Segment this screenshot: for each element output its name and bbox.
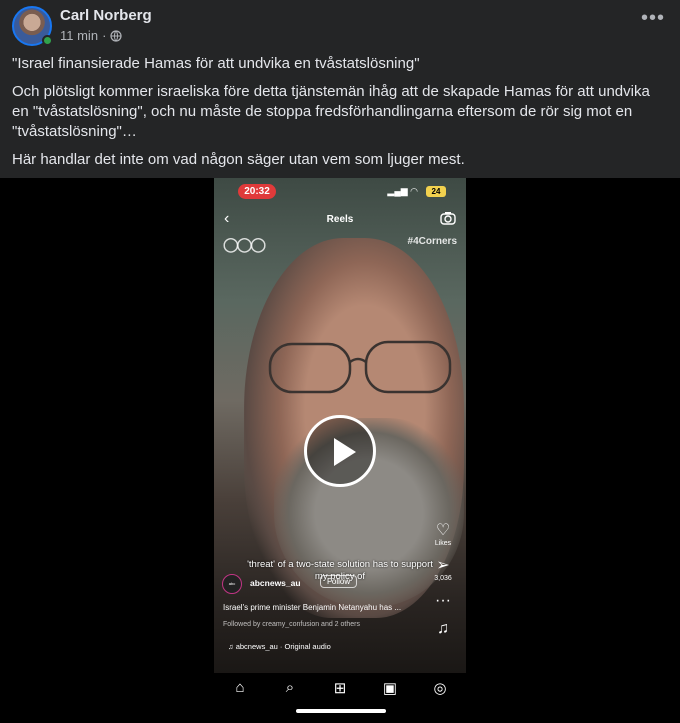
- post-time[interactable]: 11 min: [60, 28, 98, 43]
- heart-icon: ♡: [435, 522, 451, 539]
- follow-button: Follow: [320, 575, 358, 588]
- audio-thumbnail-icon: ♫: [437, 620, 449, 637]
- original-audio: ♫ abcnews_au · Original audio: [228, 642, 331, 651]
- account-name: abcnews_au: [250, 578, 301, 588]
- post-header: Carl Norberg 11 min · •••: [12, 6, 668, 46]
- battery-icon: 24: [426, 186, 446, 197]
- reels-title: Reels: [326, 214, 354, 225]
- reel-description: Israel's prime minister Benjamin Netanya…: [223, 603, 402, 612]
- instagram-nav-bar: ⌂ ⌕ ⊞ ▣ ◎: [214, 673, 466, 723]
- add-post-icon: ⊞: [333, 680, 347, 697]
- home-icon: ⌂: [235, 679, 245, 696]
- glasses-shape: [268, 340, 452, 394]
- more-action: ···: [428, 592, 458, 610]
- facebook-post: Carl Norberg 11 min · ••• "Israel finans…: [0, 0, 680, 723]
- more-options-icon[interactable]: •••: [638, 8, 668, 34]
- phone-screen-recording: 20:32 ▂▄▆ ◠ 24 ‹ Reels ◯◯◯ #4Corners ♡ L…: [214, 178, 466, 723]
- like-action: ♡ Likes: [428, 522, 458, 547]
- audio-label: abcnews_au · Original audio: [235, 642, 331, 651]
- globe-icon: [110, 29, 123, 42]
- play-button-icon[interactable]: [304, 415, 376, 487]
- profile-icon: ◎: [433, 680, 447, 697]
- reels-icon: ▣: [382, 680, 398, 697]
- post-text: "Israel finansierade Hamas för att undvi…: [12, 54, 662, 178]
- camera-icon: [440, 212, 456, 225]
- home-indicator: [296, 709, 386, 713]
- reels-top-bar: ‹ Reels: [214, 208, 466, 232]
- online-status-icon: [42, 35, 53, 46]
- more-dots-icon: ···: [435, 592, 451, 609]
- meta-separator: ·: [102, 28, 107, 43]
- post-paragraph: Och plötsligt kommer israeliska före det…: [12, 83, 650, 140]
- author-name[interactable]: Carl Norberg: [60, 7, 152, 24]
- play-triangle: [334, 438, 356, 466]
- signal-wifi-icon: ▂▄▆ ◠: [387, 186, 418, 196]
- status-time: 20:32: [238, 184, 276, 199]
- reels-side-actions: ♡ Likes ➢ 3,036 ··· ♫: [428, 522, 458, 648]
- audio-action: ♫: [428, 620, 458, 638]
- post-meta: 11 min ·: [60, 28, 123, 43]
- followed-by: Followed by creamy_confusion and 2 other…: [223, 621, 360, 628]
- likes-label: Likes: [434, 540, 452, 547]
- post-paragraph: Här handlar det inte om vad någon säger …: [12, 151, 465, 168]
- hashtag: #4Corners: [407, 236, 457, 247]
- post-paragraph: "Israel finansierade Hamas för att undvi…: [12, 55, 420, 72]
- abc-logo: ◯◯◯: [223, 236, 266, 252]
- phone-status-bar: 20:32 ▂▄▆ ◠ 24: [214, 178, 466, 204]
- account-avatar: abc: [222, 574, 242, 594]
- video-player[interactable]: 20:32 ▂▄▆ ◠ 24 ‹ Reels ◯◯◯ #4Corners ♡ L…: [0, 178, 680, 723]
- reel-profile-row: abc abcnews_au Follow: [222, 574, 422, 594]
- search-icon: ⌕: [285, 679, 295, 696]
